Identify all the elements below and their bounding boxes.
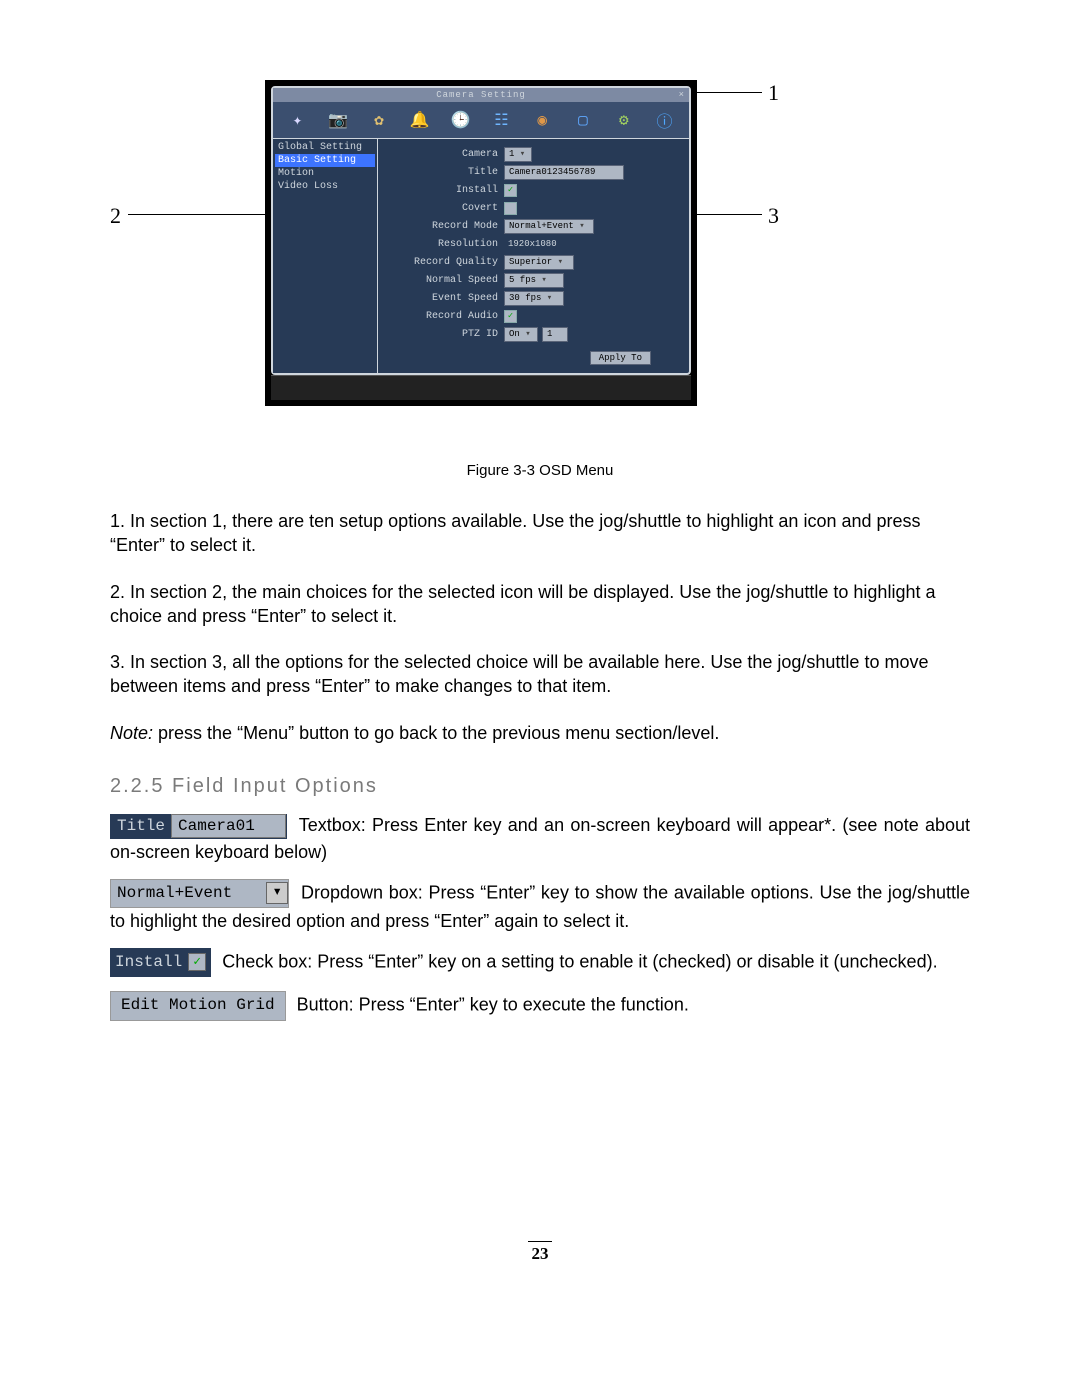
textbox-title[interactable]: Camera0123456789 — [504, 165, 624, 180]
label-recordmode: Record Mode — [388, 221, 504, 232]
checkbox-install[interactable]: ✓ — [504, 184, 517, 197]
globe-icon[interactable]: ◉ — [530, 108, 554, 132]
label-recordaudio: Record Audio — [388, 311, 504, 322]
dropdown-camera[interactable]: 1 — [504, 147, 532, 162]
sample-textbox-label: Title — [111, 815, 171, 837]
camera-icon[interactable]: 📷 — [326, 108, 350, 132]
chevron-down-icon: ▾ — [266, 882, 288, 904]
sample-button: Edit Motion Grid — [110, 991, 286, 1020]
callout-line-3 — [690, 214, 762, 215]
bell-icon[interactable]: 🔔 — [408, 108, 432, 132]
label-recordquality: Record Quality — [388, 257, 504, 268]
display-icon[interactable]: ▢ — [571, 108, 595, 132]
osd-footer — [271, 375, 691, 400]
sample-checkbox-label: Install — [115, 953, 182, 971]
textbox-ptzid-num[interactable]: 1 — [542, 327, 568, 342]
sidebar-item-global[interactable]: Global Setting — [275, 141, 375, 154]
osd-toolbar: ✦ 📷 ✿ 🔔 🕒 ☷ ◉ ▢ ⚙ ⓘ — [273, 102, 689, 139]
figure-caption: Figure 3-3 OSD Menu — [110, 462, 970, 479]
callout-2: 2 — [110, 203, 121, 229]
para-1: 1. In section 1, there are ten setup opt… — [110, 509, 970, 558]
callout-1: 1 — [768, 80, 779, 106]
callout-line-2 — [128, 214, 265, 215]
dropdown-recordquality[interactable]: Superior — [504, 255, 574, 270]
sample-textbox-value: Camera01 — [171, 814, 286, 838]
checkbox-recordaudio[interactable]: ✓ — [504, 310, 517, 323]
reel-icon[interactable]: ✿ — [367, 108, 391, 132]
label-covert: Covert — [388, 203, 504, 214]
para-note: Note: press the “Menu” button to go back… — [110, 721, 970, 745]
osd-form: Camera1 TitleCamera0123456789 Install✓ C… — [378, 139, 689, 373]
sidebar-item-videoloss[interactable]: Video Loss — [275, 180, 375, 193]
clock-icon[interactable]: 🕒 — [449, 108, 473, 132]
wand-icon[interactable]: ✦ — [285, 108, 309, 132]
para-3: 3. In section 3, all the options for the… — [110, 650, 970, 699]
apply-to-button[interactable]: Apply To — [590, 351, 651, 365]
sidebar-item-basic[interactable]: Basic Setting — [275, 154, 375, 167]
note-rest: press the “Menu” button to go back to th… — [153, 723, 719, 743]
note-label: Note: — [110, 723, 153, 743]
gear-icon[interactable]: ⚙ — [612, 108, 636, 132]
osd-window: Camera Setting × ✦ 📷 ✿ 🔔 🕒 ☷ ◉ ▢ ⚙ ⓘ — [265, 80, 697, 406]
callout-3: 3 — [768, 203, 779, 229]
body-text: 1. In section 1, there are ten setup opt… — [110, 509, 970, 745]
page-number: 23 — [528, 1241, 552, 1264]
osd-titlebar: Camera Setting × — [273, 88, 689, 102]
dropdown-ptzid-on[interactable]: On — [504, 327, 538, 342]
sample-dropdown: Normal+Event▾ — [110, 879, 289, 908]
sample-checkbox-text: Check box: Press “Enter” key on a settin… — [217, 952, 937, 972]
dropdown-normalspeed[interactable]: 5 fps — [504, 273, 564, 288]
section-heading: 2.2.5 Field Input Options — [110, 775, 970, 798]
dropdown-recordmode[interactable]: Normal+Event — [504, 219, 594, 234]
sample-dropdown-value: Normal+Event — [111, 880, 266, 907]
sample-button-text: Button: Press “Enter” key to execute the… — [292, 995, 689, 1015]
label-eventspeed: Event Speed — [388, 293, 504, 304]
sample-button-row: Edit Motion Grid Button: Press “Enter” k… — [110, 991, 970, 1020]
checkbox-covert[interactable] — [504, 202, 517, 215]
osd-title: Camera Setting — [436, 90, 526, 100]
label-install: Install — [388, 185, 504, 196]
sample-checkbox: Install ✓ — [110, 948, 211, 977]
label-title: Title — [388, 167, 504, 178]
sample-checkbox-row: Install ✓ Check box: Press “Enter” key on… — [110, 948, 970, 977]
sample-textbox: TitleCamera01 — [110, 814, 287, 839]
label-camera: Camera — [388, 149, 504, 160]
sample-textbox-row: TitleCamera01 Textbox: Press Enter key a… — [110, 812, 970, 865]
label-ptzid: PTZ ID — [388, 329, 504, 340]
label-resolution: Resolution — [388, 239, 504, 250]
dropdown-eventspeed[interactable]: 30 fps — [504, 291, 564, 306]
info-icon[interactable]: ⓘ — [653, 108, 677, 132]
value-resolution: 1920x1080 — [504, 238, 561, 251]
close-icon[interactable]: × — [679, 88, 685, 102]
para-2: 2. In section 2, the main choices for th… — [110, 580, 970, 629]
osd-sidebar: Global Setting Basic Setting Motion Vide… — [273, 139, 378, 373]
sample-dropdown-row: Normal+Event▾ Dropdown box: Press “Enter… — [110, 879, 970, 934]
check-icon: ✓ — [188, 953, 206, 971]
osd-figure: 1 2 3 Camera Setting × ✦ 📷 ✿ 🔔 🕒 ☷ ◉ — [110, 70, 970, 450]
label-normalspeed: Normal Speed — [388, 275, 504, 286]
network-icon[interactable]: ☷ — [489, 108, 513, 132]
sidebar-item-motion[interactable]: Motion — [275, 167, 375, 180]
callout-line-1 — [690, 92, 762, 93]
